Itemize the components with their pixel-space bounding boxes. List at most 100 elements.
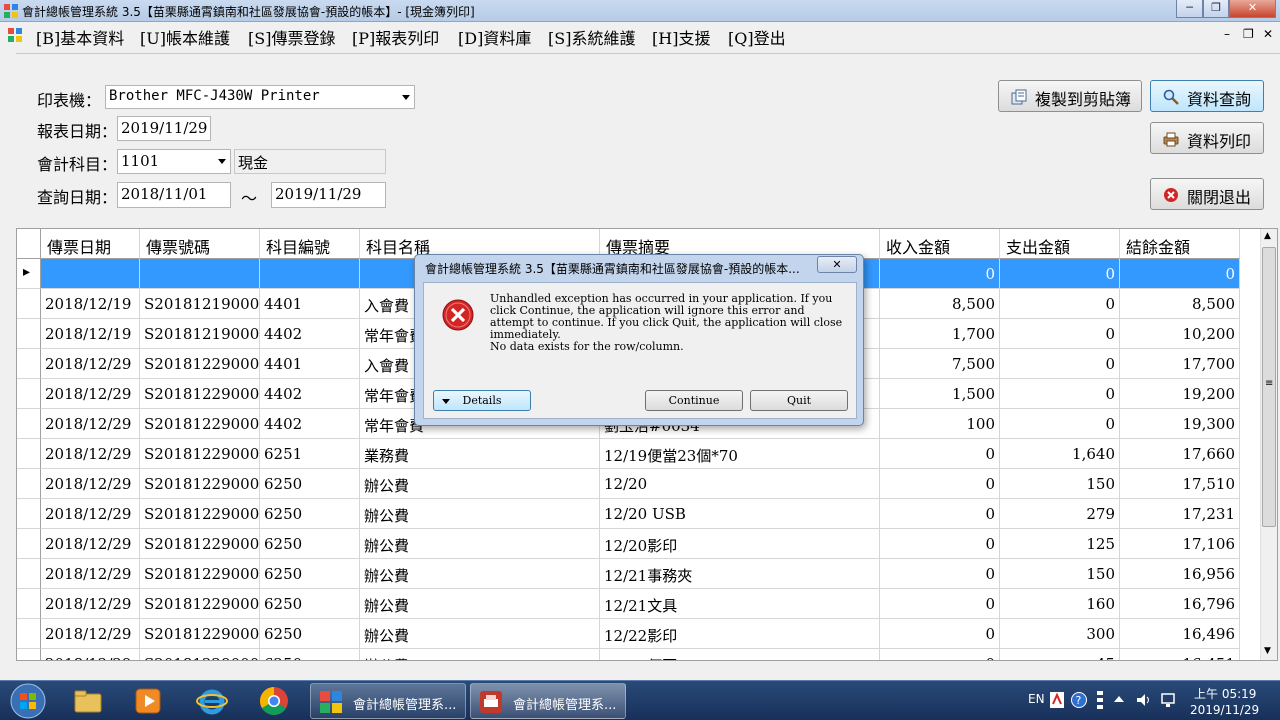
- menu-report-print[interactable]: [P]報表列印: [352, 25, 439, 49]
- table-cell-code[interactable]: 6250: [260, 469, 360, 499]
- file-explorer-icon[interactable]: [72, 685, 104, 717]
- header-col-account-code[interactable]: 科目編號: [260, 229, 360, 259]
- table-cell-income[interactable]: 0: [880, 529, 1000, 559]
- row-header[interactable]: [17, 529, 41, 559]
- table-cell-income[interactable]: 1,700: [880, 319, 1000, 349]
- table-cell-name[interactable]: 辦公費: [360, 649, 600, 660]
- account-code-select[interactable]: 1101: [117, 149, 231, 174]
- table-cell-name[interactable]: 辦公費: [360, 589, 600, 619]
- table-cell-income[interactable]: 8,500: [880, 289, 1000, 319]
- pen-tray-icon[interactable]: [1094, 689, 1106, 711]
- table-cell-expense[interactable]: 0: [1000, 409, 1120, 439]
- table-cell-memo[interactable]: 12/20: [600, 469, 880, 499]
- row-header[interactable]: [17, 589, 41, 619]
- table-cell-expense[interactable]: 0: [1000, 289, 1120, 319]
- table-cell-code[interactable]: 6250: [260, 529, 360, 559]
- start-button-icon[interactable]: [8, 682, 48, 720]
- table-cell-income[interactable]: 0: [880, 469, 1000, 499]
- table-cell-code[interactable]: 6250: [260, 619, 360, 649]
- table-cell-expense[interactable]: 0: [1000, 349, 1120, 379]
- header-col-voucher-number[interactable]: 傳票號碼: [140, 229, 260, 259]
- table-cell-voucher[interactable]: S201812190003: [140, 289, 260, 319]
- table-cell-memo[interactable]: 12/19便當23個*70: [600, 439, 880, 469]
- menu-ledger-maintenance[interactable]: [U]帳本維護: [140, 25, 230, 49]
- table-cell-balance[interactable]: 17,700: [1120, 349, 1240, 379]
- table-cell-code[interactable]: 6251: [260, 439, 360, 469]
- network-icon[interactable]: [1160, 692, 1176, 708]
- menu-basic-data[interactable]: [B]基本資料: [36, 25, 124, 49]
- table-cell-voucher[interactable]: S201812290002: [140, 439, 260, 469]
- table-cell-code[interactable]: 4401: [260, 289, 360, 319]
- vertical-scrollbar[interactable]: ▲ ≡ ▼: [1260, 229, 1277, 660]
- table-cell-name[interactable]: 辦公費: [360, 499, 600, 529]
- table-cell-expense[interactable]: 125: [1000, 529, 1120, 559]
- table-cell-voucher[interactable]: S201812290002: [140, 529, 260, 559]
- mdi-close-button[interactable]: ✕: [1263, 27, 1273, 41]
- chrome-icon[interactable]: [258, 685, 290, 717]
- menu-system-maintenance[interactable]: [S]系統維護: [548, 25, 635, 49]
- row-header[interactable]: [17, 289, 41, 319]
- menu-logout[interactable]: [Q]登出: [728, 25, 786, 49]
- table-cell-voucher[interactable]: S201812290001: [140, 409, 260, 439]
- table-cell-balance[interactable]: 16,496: [1120, 619, 1240, 649]
- table-cell-name[interactable]: 辦公費: [360, 559, 600, 589]
- table-cell-balance[interactable]: 8,500: [1120, 289, 1240, 319]
- table-cell-income[interactable]: 0: [880, 499, 1000, 529]
- language-indicator[interactable]: EN: [1028, 692, 1045, 706]
- taskbar-app-accounting-1[interactable]: 會計總帳管理系...: [310, 683, 466, 719]
- copy-to-clipboard-button[interactable]: 複製到剪貼簿: [998, 80, 1142, 112]
- table-cell-balance[interactable]: 17,660: [1120, 439, 1240, 469]
- table-cell-income[interactable]: 1,500: [880, 379, 1000, 409]
- volume-icon[interactable]: [1136, 692, 1152, 708]
- show-hidden-icons-icon[interactable]: [1114, 695, 1124, 703]
- quit-button[interactable]: Quit: [750, 390, 848, 411]
- table-cell-memo[interactable]: 12/21事務夾: [600, 559, 880, 589]
- table-cell-expense[interactable]: 300: [1000, 619, 1120, 649]
- table-cell-name[interactable]: 辦公費: [360, 529, 600, 559]
- scroll-down-icon[interactable]: ▼: [1264, 646, 1271, 656]
- table-cell-voucher[interactable]: S201812190003: [140, 319, 260, 349]
- table-cell-memo[interactable]: 12/24便票: [600, 649, 880, 660]
- printer-select[interactable]: Brother MFC-J430W Printer: [105, 85, 415, 109]
- details-button[interactable]: Details: [433, 390, 531, 411]
- table-cell-balance[interactable]: 16,796: [1120, 589, 1240, 619]
- table-cell-voucher[interactable]: S201812290002: [140, 559, 260, 589]
- table-cell-date[interactable]: 2018/12/29: [41, 619, 140, 649]
- query-button[interactable]: 資料查詢: [1150, 80, 1264, 112]
- continue-button[interactable]: Continue: [645, 390, 743, 411]
- table-cell-voucher[interactable]: [140, 259, 260, 289]
- table-cell-balance[interactable]: 17,510: [1120, 469, 1240, 499]
- table-cell-date[interactable]: 2018/12/29: [41, 589, 140, 619]
- table-cell-memo[interactable]: 12/22影印: [600, 619, 880, 649]
- table-cell-income[interactable]: 0: [880, 259, 1000, 289]
- table-cell-income[interactable]: 0: [880, 589, 1000, 619]
- row-header[interactable]: [17, 649, 41, 660]
- restore-button[interactable]: ❐: [1203, 0, 1229, 18]
- menu-voucher-entry[interactable]: [S]傳票登錄: [248, 25, 335, 49]
- table-cell-voucher[interactable]: S201812290002: [140, 649, 260, 660]
- table-cell-voucher[interactable]: S201812290002: [140, 589, 260, 619]
- table-cell-date[interactable]: 2018/12/29: [41, 469, 140, 499]
- help-tray-icon[interactable]: ?: [1071, 692, 1087, 708]
- media-player-icon[interactable]: [132, 685, 164, 717]
- table-cell-balance[interactable]: 0: [1120, 259, 1240, 289]
- table-cell-date[interactable]: 2018/12/29: [41, 529, 140, 559]
- table-cell-balance[interactable]: 17,106: [1120, 529, 1240, 559]
- menu-support[interactable]: [H]支援: [652, 25, 710, 49]
- window-title-bar[interactable]: 會計總帳管理系統 3.5【苗栗縣通霄鎮南和社區發展協會-預設的帳本】- [現金簿…: [0, 0, 1280, 22]
- table-cell-name[interactable]: 業務費: [360, 439, 600, 469]
- clock-date[interactable]: 2019/11/29: [1190, 703, 1259, 717]
- row-header[interactable]: [17, 319, 41, 349]
- table-cell-code[interactable]: 4402: [260, 379, 360, 409]
- table-cell-memo[interactable]: 12/21文具: [600, 589, 880, 619]
- table-cell-expense[interactable]: 1,640: [1000, 439, 1120, 469]
- table-cell-balance[interactable]: 16,956: [1120, 559, 1240, 589]
- table-cell-memo[interactable]: 12/20影印: [600, 529, 880, 559]
- header-col-balance[interactable]: 結餘金額: [1120, 229, 1240, 259]
- close-window-button[interactable]: ✕: [1229, 0, 1276, 18]
- taskbar-app-accounting-2[interactable]: 會計總帳管理系...: [470, 683, 626, 719]
- minimize-button[interactable]: ─: [1176, 0, 1203, 18]
- table-cell-balance[interactable]: 19,300: [1120, 409, 1240, 439]
- table-cell-income[interactable]: 0: [880, 619, 1000, 649]
- row-header[interactable]: [17, 409, 41, 439]
